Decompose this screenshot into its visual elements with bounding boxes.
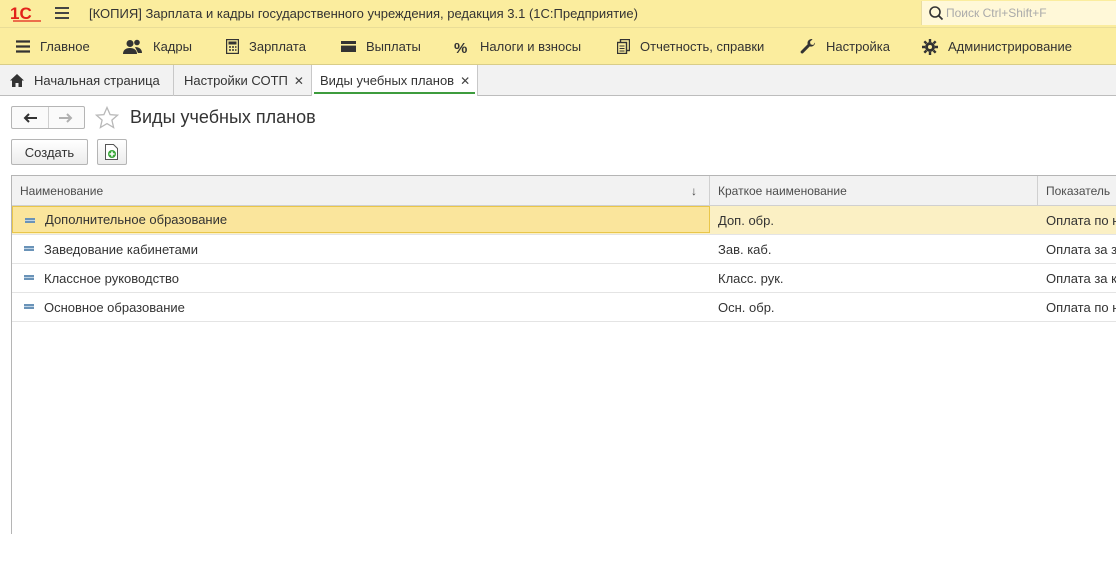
section-hr[interactable]: Кадры bbox=[123, 28, 192, 65]
main-menu-icon[interactable] bbox=[55, 7, 69, 19]
tab-home[interactable]: Начальная страница bbox=[0, 65, 174, 96]
section-payments[interactable]: Выплаты bbox=[341, 28, 421, 65]
catalog-item-icon bbox=[25, 218, 35, 223]
open-windows-tabs: Начальная страница Настройки СОТП ✕ Виды… bbox=[0, 65, 1116, 96]
catalog-item-icon bbox=[24, 304, 34, 309]
section-taxes[interactable]: % Налоги и взносы bbox=[454, 28, 581, 65]
close-icon[interactable]: ✕ bbox=[460, 74, 470, 88]
section-label: Настройка bbox=[826, 39, 890, 54]
section-main[interactable]: Главное bbox=[16, 28, 90, 65]
svg-text:1С: 1С bbox=[10, 4, 32, 22]
table-cell-short-name: Осн. обр. bbox=[718, 299, 775, 315]
arrow-left-icon bbox=[23, 112, 37, 123]
forward-button[interactable] bbox=[47, 107, 85, 128]
search-box[interactable] bbox=[921, 1, 1116, 25]
tab-label: Настройки СОТП bbox=[184, 73, 288, 88]
table-cell-name: Заведование кабинетами bbox=[12, 235, 710, 263]
sections-panel: Главное Кадры Зарплата Выплаты % Налоги … bbox=[0, 27, 1116, 65]
table-cell-indicator: Оплата по н bbox=[1046, 212, 1116, 228]
arrow-right-icon bbox=[59, 112, 73, 123]
table-row[interactable]: Заведование кабинетами Зав. каб. Оплата … bbox=[12, 235, 1116, 264]
table-row[interactable]: Классное руководство Класс. рук. Оплата … bbox=[12, 264, 1116, 293]
hamburger-icon bbox=[16, 40, 30, 53]
sort-descending-icon: ↓ bbox=[691, 184, 697, 198]
search-input[interactable] bbox=[946, 3, 1114, 23]
section-reports[interactable]: Отчетность, справки bbox=[617, 28, 764, 65]
table-cell-short-name: Класс. рук. bbox=[718, 270, 784, 286]
section-label: Налоги и взносы bbox=[480, 39, 582, 54]
wallet-icon bbox=[341, 41, 356, 52]
list-table[interactable]: Наименование ↓ Краткое наименование Пока… bbox=[11, 175, 1116, 534]
create-copy-button[interactable] bbox=[97, 139, 127, 165]
title-bar: 1С [КОПИЯ] Зарплата и кадры государствен… bbox=[0, 0, 1116, 27]
app-title: [КОПИЯ] Зарплата и кадры государственног… bbox=[89, 6, 638, 21]
section-label: Зарплата bbox=[249, 39, 306, 54]
close-icon[interactable]: ✕ bbox=[294, 74, 304, 88]
column-header-indicator[interactable]: Показатель bbox=[1038, 176, 1116, 206]
table-cell-name: Основное образование bbox=[12, 293, 710, 321]
favorite-star-icon[interactable] bbox=[95, 106, 119, 130]
table-cell-indicator: Оплата за з bbox=[1046, 241, 1116, 257]
section-administration[interactable]: Администрирование bbox=[922, 28, 1072, 65]
1c-logo-icon[interactable]: 1С bbox=[10, 4, 44, 22]
table-cell-short-name: Доп. обр. bbox=[718, 212, 774, 228]
column-header-short-name[interactable]: Краткое наименование bbox=[710, 176, 1038, 206]
table-cell-name: Классное руководство bbox=[12, 264, 710, 292]
table-header: Наименование ↓ Краткое наименование Пока… bbox=[12, 176, 1116, 206]
section-salary[interactable]: Зарплата bbox=[226, 28, 306, 65]
column-header-name[interactable]: Наименование ↓ bbox=[12, 176, 710, 206]
search-icon bbox=[929, 6, 944, 21]
section-label: Администрирование bbox=[948, 39, 1072, 54]
add-document-icon bbox=[105, 144, 118, 160]
catalog-item-icon bbox=[24, 246, 34, 251]
tab-sotp-settings[interactable]: Настройки СОТП ✕ bbox=[174, 65, 312, 96]
navigation-buttons bbox=[11, 106, 85, 129]
table-cell-indicator: Оплата по н bbox=[1046, 299, 1116, 315]
calculator-icon bbox=[226, 39, 239, 54]
section-settings[interactable]: Настройка bbox=[800, 28, 890, 65]
tab-study-plan-types[interactable]: Виды учебных планов ✕ bbox=[312, 65, 478, 96]
section-label: Выплаты bbox=[366, 39, 421, 54]
wrench-icon bbox=[800, 38, 816, 53]
table-row[interactable]: Дополнительное образование Доп. обр. Опл… bbox=[12, 206, 1116, 235]
section-label: Отчетность, справки bbox=[640, 39, 765, 54]
table-cell-short-name: Зав. каб. bbox=[718, 241, 772, 257]
table-cell-indicator: Оплата за к bbox=[1046, 270, 1116, 286]
svg-text:%: % bbox=[454, 40, 467, 54]
percent-icon: % bbox=[454, 40, 467, 54]
home-icon bbox=[10, 74, 24, 87]
documents-icon bbox=[617, 39, 630, 54]
create-button[interactable]: Создать bbox=[11, 139, 88, 165]
table-cell-name: Дополнительное образование bbox=[12, 206, 710, 233]
tab-label: Виды учебных планов bbox=[320, 73, 455, 88]
tab-label: Начальная страница bbox=[34, 73, 160, 88]
table-row[interactable]: Основное образование Осн. обр. Оплата по… bbox=[12, 293, 1116, 322]
people-icon bbox=[123, 39, 142, 54]
gear-icon bbox=[922, 38, 938, 55]
page-title: Виды учебных планов bbox=[130, 107, 316, 127]
back-button[interactable] bbox=[12, 107, 48, 128]
catalog-item-icon bbox=[24, 275, 34, 280]
section-label: Кадры bbox=[153, 39, 192, 54]
section-label: Главное bbox=[40, 39, 90, 54]
